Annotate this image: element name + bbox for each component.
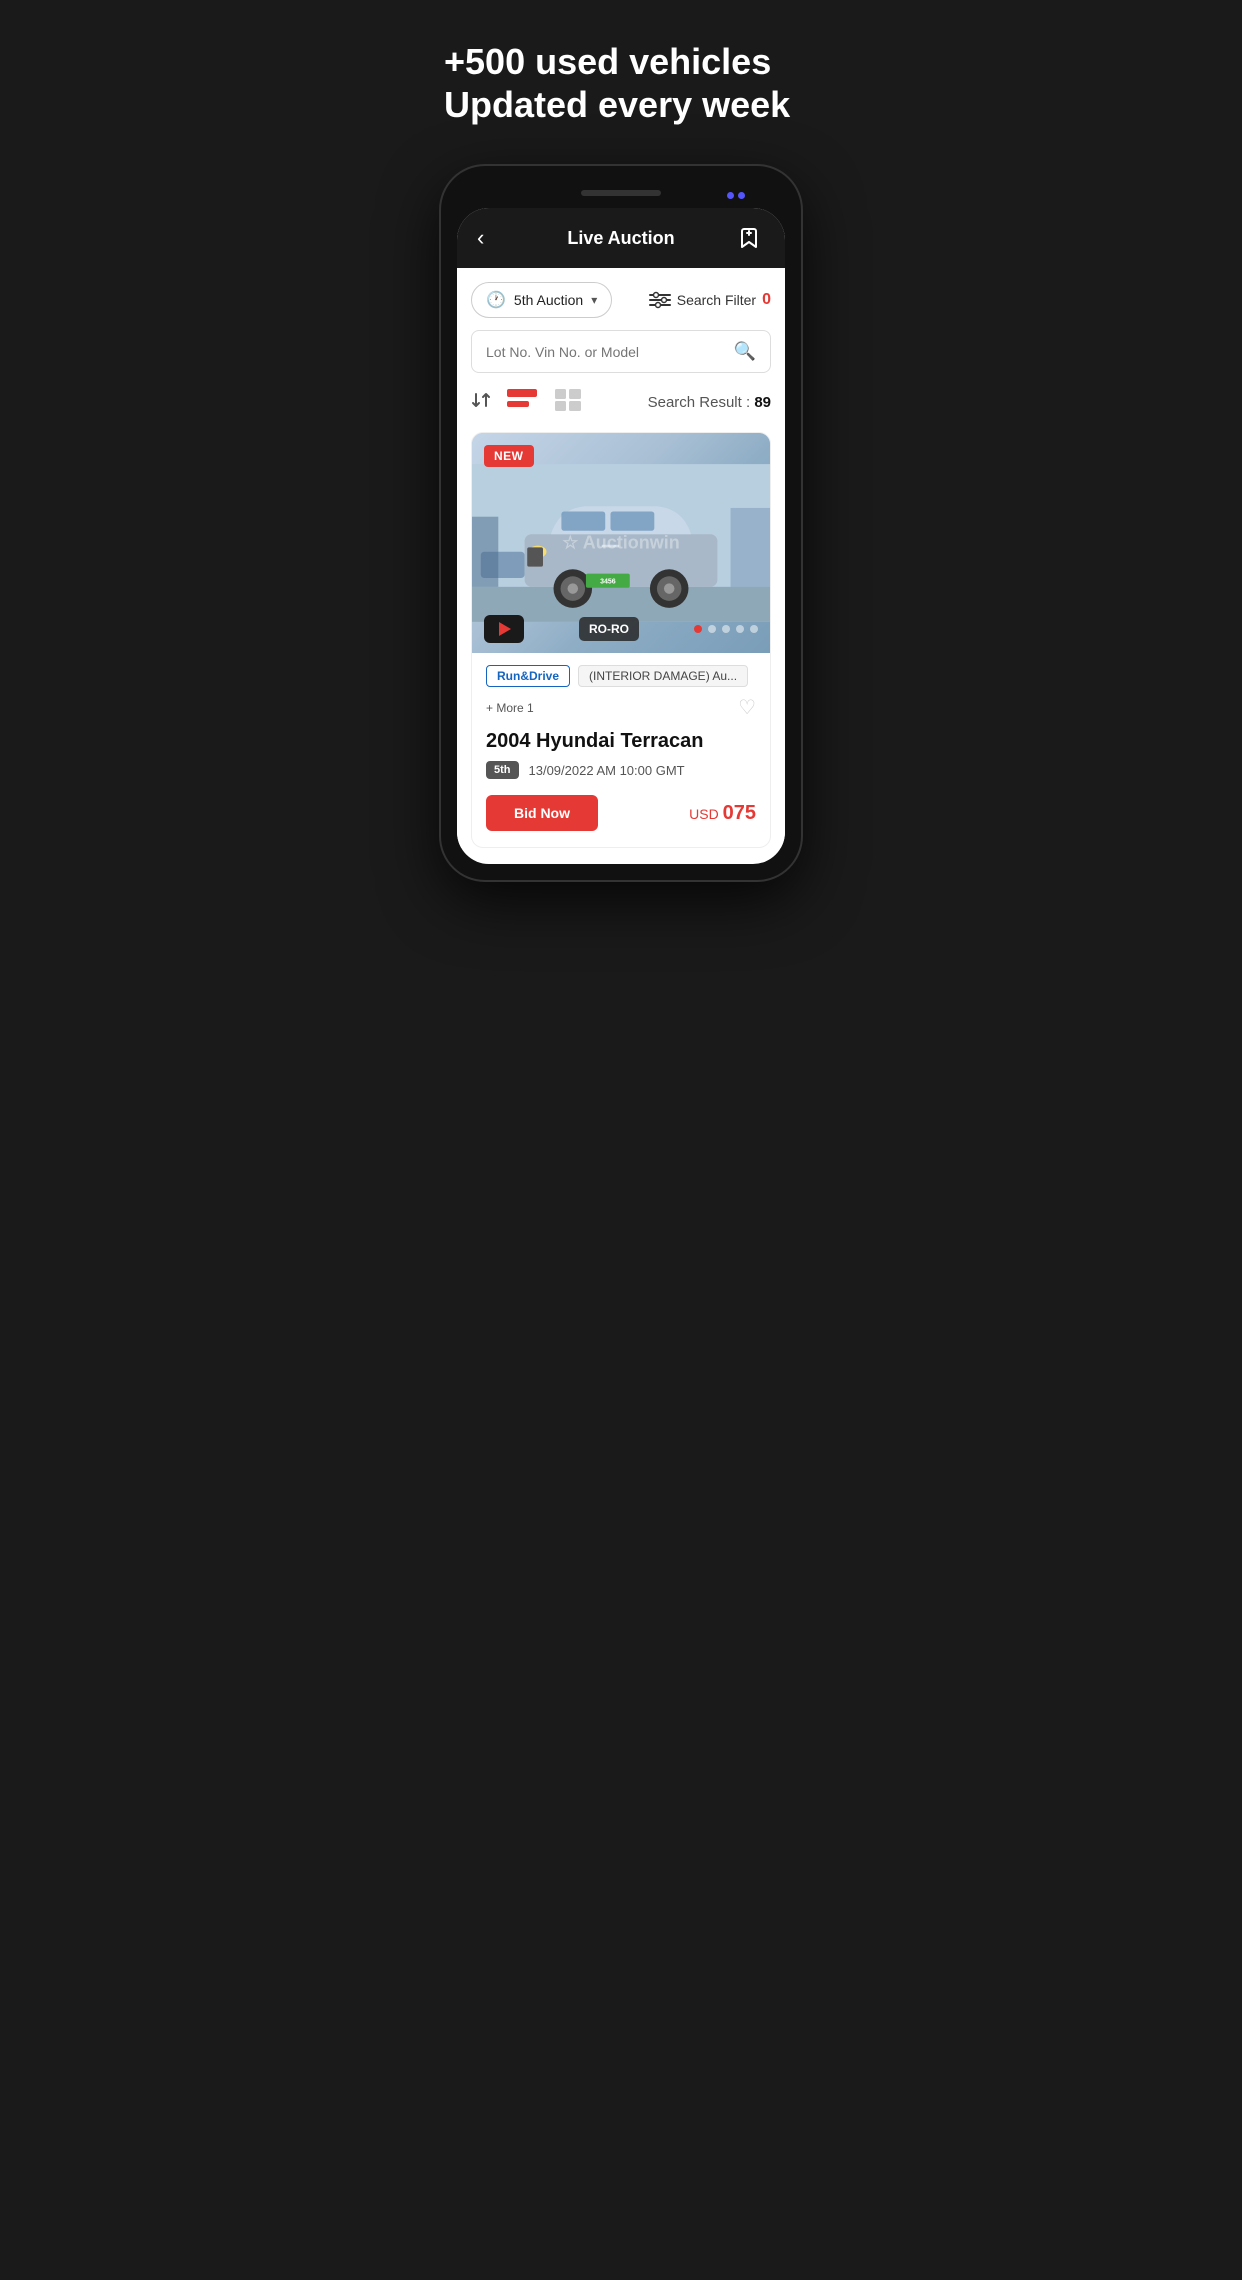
auction-label: 5th Auction — [514, 292, 583, 308]
clock-icon: 🕐 — [486, 290, 506, 310]
dropdown-arrow-icon: ▾ — [591, 293, 597, 307]
search-result-count: 89 — [754, 394, 771, 411]
tags-row: Run&Drive (INTERIOR DAMAGE) Au... + More… — [486, 665, 756, 720]
phone-dots — [727, 192, 745, 199]
phone-frame: ‹ Live Auction 🕐 5th Auction — [441, 166, 801, 880]
back-button[interactable]: ‹ — [477, 225, 509, 251]
image-dot-2[interactable] — [708, 625, 716, 633]
auction-selector[interactable]: 🕐 5th Auction ▾ — [471, 282, 612, 318]
content-area: 🕐 5th Auction ▾ Search Fi — [457, 268, 785, 848]
grid-view-icon — [555, 389, 581, 411]
new-badge: NEW — [484, 445, 534, 467]
filter-sliders-icon — [649, 291, 671, 309]
list-view-button[interactable] — [505, 387, 539, 418]
search-icon[interactable]: 🔍 — [734, 341, 756, 362]
ro-ro-badge: RO-RO — [579, 617, 639, 641]
search-result-label: Search Result : — [648, 394, 755, 411]
grid-view-button[interactable] — [553, 387, 583, 418]
price-currency: USD — [689, 806, 722, 822]
phone-screen: ‹ Live Auction 🕐 5th Auction — [457, 208, 785, 864]
price-display: USD 075 — [689, 802, 756, 825]
image-dot-1[interactable] — [694, 625, 702, 633]
image-dot-4[interactable] — [736, 625, 744, 633]
image-bottom-bar: RO-RO — [472, 605, 770, 653]
hero-line2: Updated every week — [444, 83, 798, 126]
car-image-container: 3456 NEW — [472, 433, 770, 653]
search-filter-label: Search Filter — [677, 292, 756, 308]
auction-date: 13/09/2022 AM 10:00 GMT — [529, 763, 685, 778]
phone-speaker — [581, 190, 661, 196]
auction-number-badge: 5th — [486, 761, 519, 779]
car-title: 2004 Hyundai Terracan — [486, 730, 756, 753]
heart-button[interactable]: ♡ — [738, 695, 756, 720]
search-filter-button[interactable]: Search Filter 0 — [649, 291, 771, 309]
price-value: 075 — [723, 802, 756, 824]
app-header: ‹ Live Auction — [457, 208, 785, 268]
list-view-icon — [507, 389, 537, 411]
search-box: 🔍 — [471, 330, 771, 373]
filter-row: 🕐 5th Auction ▾ Search Fi — [471, 282, 771, 318]
search-result: Search Result : 89 — [648, 394, 771, 411]
bottom-action-row: Bid Now USD 075 — [486, 789, 756, 835]
filter-badge: 0 — [762, 291, 771, 309]
outer-container: +500 used vehicles Updated every week ‹ … — [414, 0, 828, 920]
play-icon — [499, 622, 511, 636]
image-dot-5[interactable] — [750, 625, 758, 633]
phone-notch — [457, 182, 785, 208]
bid-button[interactable]: Bid Now — [486, 795, 598, 831]
bookmark-button[interactable] — [733, 222, 765, 254]
auction-info-row: 5th 13/09/2022 AM 10:00 GMT — [486, 761, 756, 779]
hero-text: +500 used vehicles Updated every week — [414, 40, 828, 166]
page-title: Live Auction — [567, 228, 674, 249]
image-dots — [694, 625, 758, 633]
tag-damage: (INTERIOR DAMAGE) Au... — [578, 665, 748, 687]
card-details: Run&Drive (INTERIOR DAMAGE) Au... + More… — [472, 653, 770, 847]
search-input[interactable] — [486, 344, 724, 360]
video-button[interactable] — [484, 615, 524, 643]
svg-text:3456: 3456 — [600, 579, 616, 586]
image-dot-3[interactable] — [722, 625, 730, 633]
tag-run-drive: Run&Drive — [486, 665, 570, 687]
tag-more[interactable]: + More 1 — [486, 701, 534, 715]
car-card[interactable]: 3456 NEW — [471, 432, 771, 848]
hero-line1: +500 used vehicles — [444, 40, 798, 83]
sort-view-row: Search Result : 89 — [471, 387, 771, 418]
sort-icon[interactable] — [471, 390, 491, 415]
